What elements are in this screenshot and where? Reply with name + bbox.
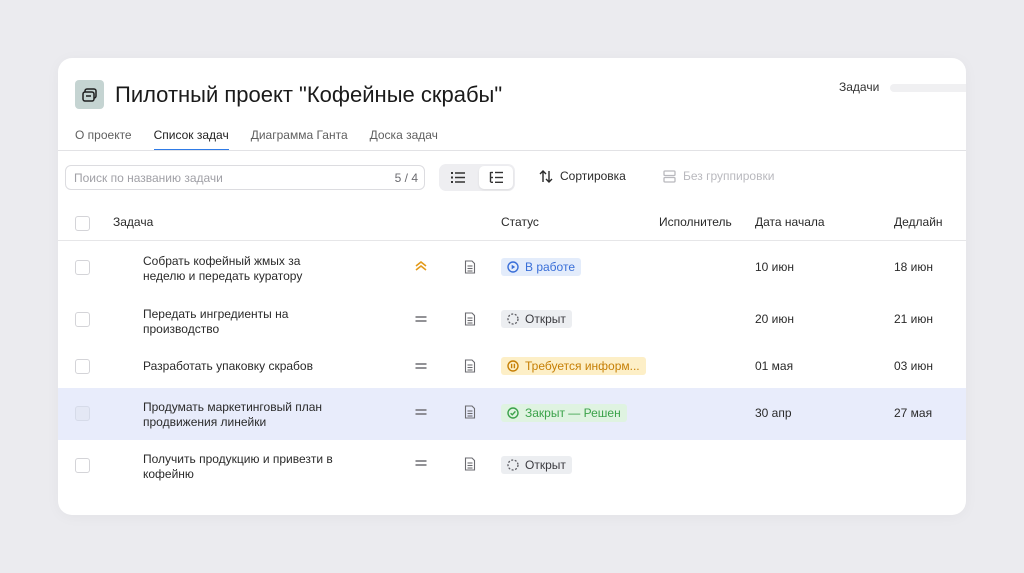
sort-button[interactable]: Сортировка xyxy=(539,169,626,183)
grouping-label: Без группировки xyxy=(683,169,775,183)
document-icon[interactable] xyxy=(464,359,476,373)
tree-view-button[interactable] xyxy=(479,166,513,189)
tasks-progress-bar xyxy=(890,84,966,92)
deadline-date: 18 июн xyxy=(894,260,934,274)
search-input[interactable]: Поиск по названию задачи 5 / 4 xyxy=(65,165,425,190)
table-row[interactable]: Собрать кофейный жмых за неделю и переда… xyxy=(58,241,966,293)
grouping-icon xyxy=(663,169,676,183)
deadline-date: 03 июн xyxy=(894,359,934,373)
row-checkbox[interactable] xyxy=(75,359,90,374)
pause-status-icon xyxy=(507,360,519,372)
status-badge[interactable]: Требуется информ... xyxy=(501,357,646,375)
select-all-checkbox[interactable] xyxy=(75,216,90,231)
column-header-deadline[interactable]: Дедлайн xyxy=(894,215,943,229)
project-card: Пилотный проект "Кофейные скрабы" Задачи… xyxy=(58,58,966,515)
priority-normal-icon xyxy=(415,409,427,415)
task-name[interactable]: Разработать упаковку скрабов xyxy=(143,359,403,374)
status-label: Требуется информ... xyxy=(525,359,640,373)
list-icon xyxy=(451,172,465,183)
project-tabs: О проекте Список задач Диаграмма Ганта Д… xyxy=(75,127,460,151)
search-count: 5 / 4 xyxy=(394,171,418,185)
tasks-link[interactable]: Задачи xyxy=(839,80,879,94)
task-name[interactable]: Собрать кофейный жмых за неделю и переда… xyxy=(143,254,343,284)
priority-normal-icon xyxy=(415,460,427,466)
grouping-button[interactable]: Без группировки xyxy=(663,169,774,183)
in-progress-icon xyxy=(507,261,519,273)
view-toggle xyxy=(439,164,515,191)
deadline-date: 27 мая xyxy=(894,406,933,420)
status-label: Открыт xyxy=(525,458,566,472)
row-checkbox[interactable] xyxy=(75,406,90,421)
check-circle-icon xyxy=(507,407,519,419)
project-icon xyxy=(75,80,104,109)
list-view-button[interactable] xyxy=(441,166,475,189)
task-name[interactable]: Продумать маркетинговый план продвижения… xyxy=(143,400,343,430)
search-placeholder: Поиск по названию задачи xyxy=(74,171,223,185)
open-status-icon xyxy=(507,459,519,471)
document-icon[interactable] xyxy=(464,405,476,419)
column-header-status[interactable]: Статус xyxy=(501,215,539,229)
status-label: В работе xyxy=(525,260,576,274)
priority-normal-icon xyxy=(415,363,427,369)
sort-icon xyxy=(539,169,553,183)
document-icon[interactable] xyxy=(464,457,476,471)
table-row[interactable]: Получить продукцию и привезти в кофейню … xyxy=(58,440,966,492)
sort-label: Сортировка xyxy=(560,169,626,183)
status-badge[interactable]: Открыт xyxy=(501,456,572,474)
task-name[interactable]: Передать ингредиенты на производство xyxy=(143,307,343,337)
tab-about[interactable]: О проекте xyxy=(75,127,132,151)
table-row-selected[interactable]: Продумать маркетинговый план продвижения… xyxy=(58,388,966,440)
start-date: 01 мая xyxy=(755,359,794,373)
row-checkbox[interactable] xyxy=(75,312,90,327)
priority-high-icon xyxy=(415,260,427,271)
deadline-date: 21 июн xyxy=(894,312,934,326)
row-checkbox[interactable] xyxy=(75,260,90,275)
table-row[interactable]: Передать ингредиенты на производство Отк… xyxy=(58,293,966,345)
document-icon[interactable] xyxy=(464,312,476,326)
status-label: Закрыт — Решен xyxy=(525,406,621,420)
document-icon[interactable] xyxy=(464,260,476,274)
status-badge[interactable]: Открыт xyxy=(501,310,572,328)
start-date: 10 июн xyxy=(755,260,795,274)
table-row[interactable]: Разработать упаковку скрабов Требуется и… xyxy=(58,345,966,387)
status-badge[interactable]: В работе xyxy=(501,258,582,276)
row-checkbox[interactable] xyxy=(75,458,90,473)
tabs-divider xyxy=(58,150,966,151)
tree-list-icon xyxy=(489,171,503,184)
status-badge[interactable]: Закрыт — Решен xyxy=(501,404,627,422)
start-date: 20 июн xyxy=(755,312,795,326)
start-date: 30 апр xyxy=(755,406,792,420)
column-header-assignee[interactable]: Исполнитель xyxy=(659,215,732,229)
priority-normal-icon xyxy=(415,316,427,322)
tab-task-list[interactable]: Список задач xyxy=(153,127,229,151)
task-name[interactable]: Получить продукцию и привезти в кофейню xyxy=(143,452,343,482)
column-header-start-date[interactable]: Дата начала xyxy=(755,215,825,229)
tab-gantt[interactable]: Диаграмма Ганта xyxy=(251,127,348,151)
column-header-task[interactable]: Задача xyxy=(113,215,153,229)
tab-board[interactable]: Доска задач xyxy=(370,127,438,151)
page-title: Пилотный проект "Кофейные скрабы" xyxy=(115,82,503,107)
status-label: Открыт xyxy=(525,312,566,326)
open-status-icon xyxy=(507,313,519,325)
